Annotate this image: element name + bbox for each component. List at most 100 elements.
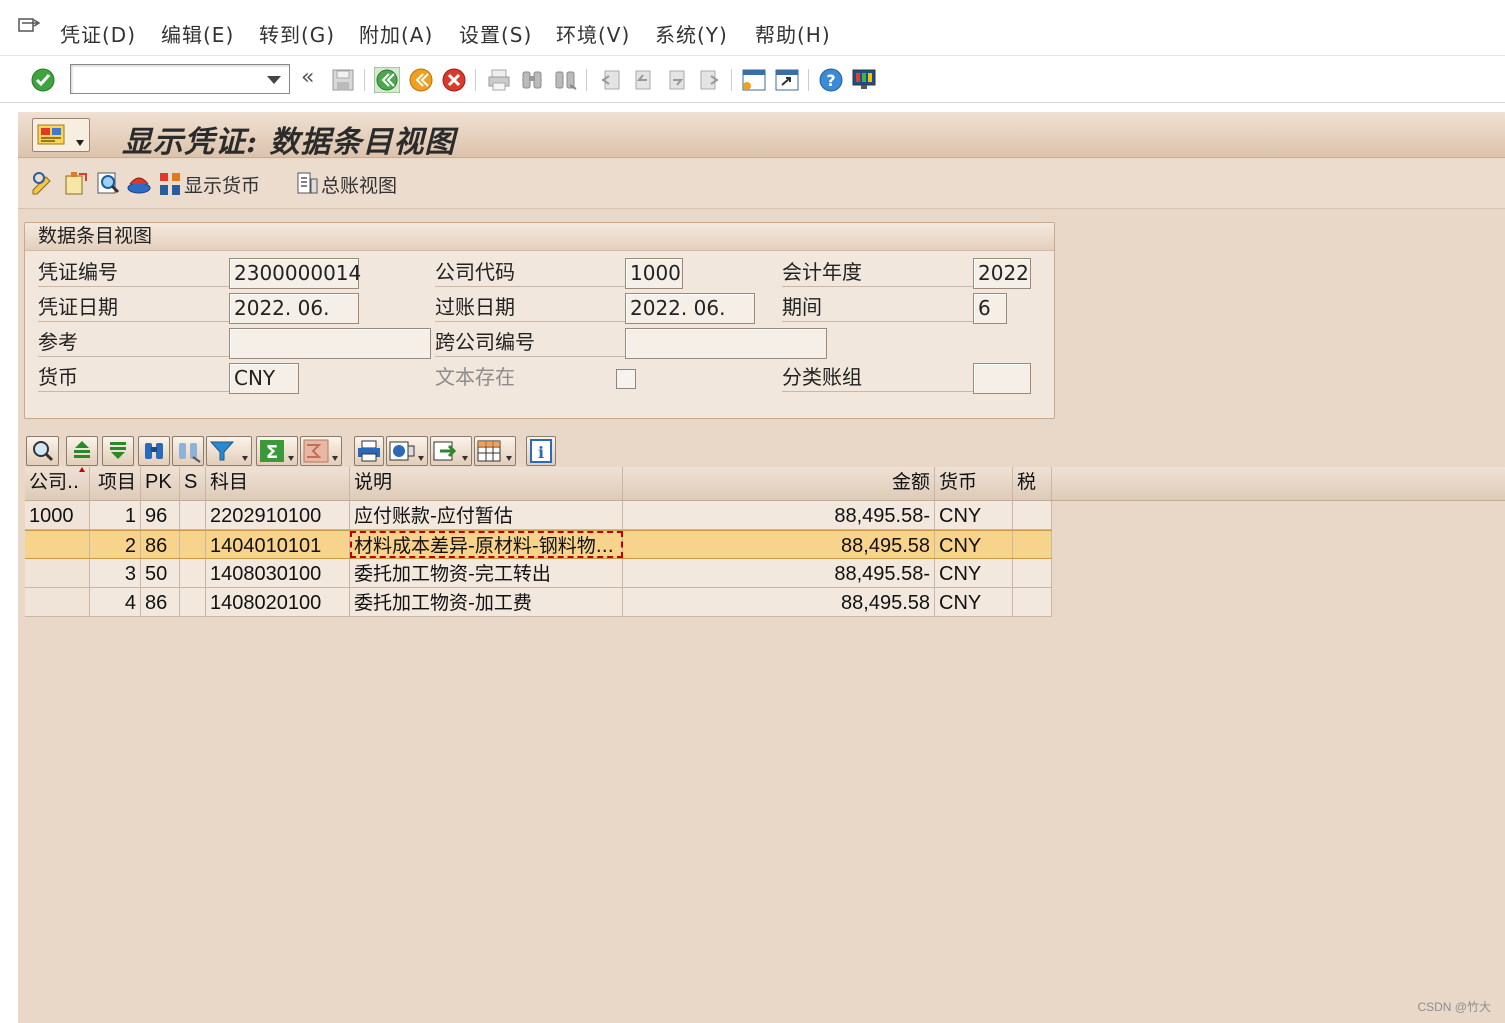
cell-item[interactable]: 3 <box>90 559 141 587</box>
menu-edit[interactable]: 编辑(E) <box>161 19 234 48</box>
views-button[interactable] <box>386 436 428 466</box>
company-code-field[interactable]: 1000 <box>625 258 683 289</box>
filter-button[interactable] <box>206 436 252 466</box>
title-menu-button[interactable] <box>32 118 90 152</box>
cell-amount[interactable]: 88,495.58 <box>623 588 935 616</box>
cell-s[interactable] <box>180 501 206 529</box>
exit-icon[interactable] <box>408 67 434 93</box>
col-header-s[interactable]: S <box>180 467 206 500</box>
first-page-icon[interactable] <box>597 67 623 93</box>
cell-currency[interactable]: CNY <box>935 501 1013 529</box>
prev-page-icon[interactable] <box>630 67 656 93</box>
col-header-item[interactable]: 项目 <box>90 467 141 500</box>
menu-icon[interactable] <box>18 18 40 36</box>
find-next-button[interactable] <box>172 436 204 466</box>
cell-description[interactable]: 委托加工物资-完工转出 <box>350 559 623 587</box>
cell-tax[interactable] <box>1013 559 1052 587</box>
cell-currency[interactable]: CNY <box>935 559 1013 587</box>
cell-description[interactable]: 材料成本差异-原材料-钢料物... <box>350 531 623 558</box>
menu-extras[interactable]: 附加(A) <box>359 19 433 48</box>
col-header-currency[interactable]: 货币 <box>935 467 1013 500</box>
cell-currency[interactable]: CNY <box>935 588 1013 616</box>
cell-amount[interactable]: 88,495.58- <box>623 559 935 587</box>
find-button[interactable] <box>138 436 170 466</box>
enter-check-icon[interactable] <box>30 67 56 93</box>
cancel-icon[interactable] <box>441 67 467 93</box>
cell-account[interactable]: 2202910100 <box>206 501 350 529</box>
back-icon[interactable] <box>374 67 400 93</box>
col-header-tax[interactable]: 税 <box>1013 467 1052 500</box>
display-change-icon[interactable] <box>30 170 56 196</box>
cell-tax[interactable] <box>1013 531 1052 558</box>
info-button[interactable]: i <box>526 436 556 466</box>
cell-account[interactable]: 1408020100 <box>206 588 350 616</box>
table-row[interactable]: 4 86 1408020100 委托加工物资-加工费 88,495.58 CNY <box>25 588 1052 617</box>
command-field[interactable] <box>70 64 290 94</box>
help-icon[interactable]: ? <box>818 67 844 93</box>
table-row[interactable]: 1000 1 96 2202910100 应付账款-应付暂估 88,495.58… <box>25 501 1052 530</box>
cell-s[interactable] <box>180 588 206 616</box>
details-button[interactable] <box>26 436 59 466</box>
ledger-group-field[interactable] <box>973 363 1031 394</box>
cell-pk[interactable]: 86 <box>141 588 180 616</box>
cell-currency[interactable]: CNY <box>935 531 1013 558</box>
table-row[interactable]: 3 50 1408030100 委托加工物资-完工转出 88,495.58- C… <box>25 559 1052 588</box>
shortcut-icon[interactable] <box>774 67 800 93</box>
subtotal-button[interactable] <box>300 436 342 466</box>
cell-amount[interactable]: 88,495.58- <box>623 501 935 529</box>
chevron-down-icon[interactable] <box>267 76 281 84</box>
menu-help[interactable]: 帮助(H) <box>755 19 831 48</box>
cell-company[interactable] <box>25 531 90 558</box>
cell-item[interactable]: 2 <box>90 531 141 558</box>
cell-company[interactable] <box>25 588 90 616</box>
reference-field[interactable] <box>229 328 431 359</box>
cell-item[interactable]: 4 <box>90 588 141 616</box>
cell-company[interactable] <box>25 559 90 587</box>
taxes-icon[interactable] <box>126 170 152 196</box>
layout-button[interactable] <box>474 436 516 466</box>
col-header-pk[interactable]: PK <box>141 467 180 500</box>
display-document-search-icon[interactable] <box>95 170 121 196</box>
cell-pk[interactable]: 86 <box>141 531 180 558</box>
cell-tax[interactable] <box>1013 588 1052 616</box>
currency-field[interactable]: CNY <box>229 363 299 394</box>
print-preview-button[interactable] <box>354 436 384 466</box>
customize-layout-icon[interactable] <box>851 67 877 93</box>
doc-no-field[interactable]: 2300000014 <box>229 258 361 289</box>
menu-goto[interactable]: 转到(G) <box>259 19 335 48</box>
cell-s[interactable] <box>180 559 206 587</box>
next-page-icon[interactable] <box>664 67 690 93</box>
save-icon[interactable] <box>330 67 356 93</box>
col-header-account[interactable]: 科目 <box>206 467 350 500</box>
collapse-icon[interactable]: « <box>301 65 314 90</box>
table-row-selected[interactable]: 2 86 1404010101 材料成本差异-原材料-钢料物... 88,495… <box>25 530 1052 559</box>
other-document-icon[interactable] <box>62 170 88 196</box>
cell-s[interactable] <box>180 531 206 558</box>
menu-settings[interactable]: 设置(S) <box>459 19 532 48</box>
cell-pk[interactable]: 96 <box>141 501 180 529</box>
cell-company[interactable]: 1000 <box>25 501 90 529</box>
cell-description[interactable]: 委托加工物资-加工费 <box>350 588 623 616</box>
last-page-icon[interactable] <box>697 67 723 93</box>
find-next-icon[interactable] <box>552 67 578 93</box>
col-header-amount[interactable]: 金额 <box>623 467 935 500</box>
new-session-icon[interactable] <box>741 67 767 93</box>
cross-company-field[interactable] <box>625 328 827 359</box>
cell-pk[interactable]: 50 <box>141 559 180 587</box>
export-button[interactable] <box>430 436 472 466</box>
col-header-description[interactable]: 说明 <box>350 467 623 500</box>
cell-amount[interactable]: 88,495.58 <box>623 531 935 558</box>
menu-environment[interactable]: 环境(V) <box>556 19 630 48</box>
menu-document[interactable]: 凭证(D) <box>60 19 136 48</box>
find-icon[interactable] <box>519 67 545 93</box>
doc-date-field[interactable]: 2022. 06. 13 <box>229 293 359 349</box>
cell-account[interactable]: 1404010101 <box>206 531 350 558</box>
sort-descending-button[interactable] <box>102 436 134 466</box>
menu-system[interactable]: 系统(Y) <box>655 19 728 48</box>
text-exists-checkbox[interactable] <box>616 369 636 389</box>
cell-description[interactable]: 应付账款-应付暂估 <box>350 501 623 529</box>
cell-tax[interactable] <box>1013 501 1052 529</box>
total-button[interactable]: Σ <box>256 436 298 466</box>
cell-item[interactable]: 1 <box>90 501 141 529</box>
posting-date-field[interactable]: 2022. 06. 13 <box>625 293 755 349</box>
